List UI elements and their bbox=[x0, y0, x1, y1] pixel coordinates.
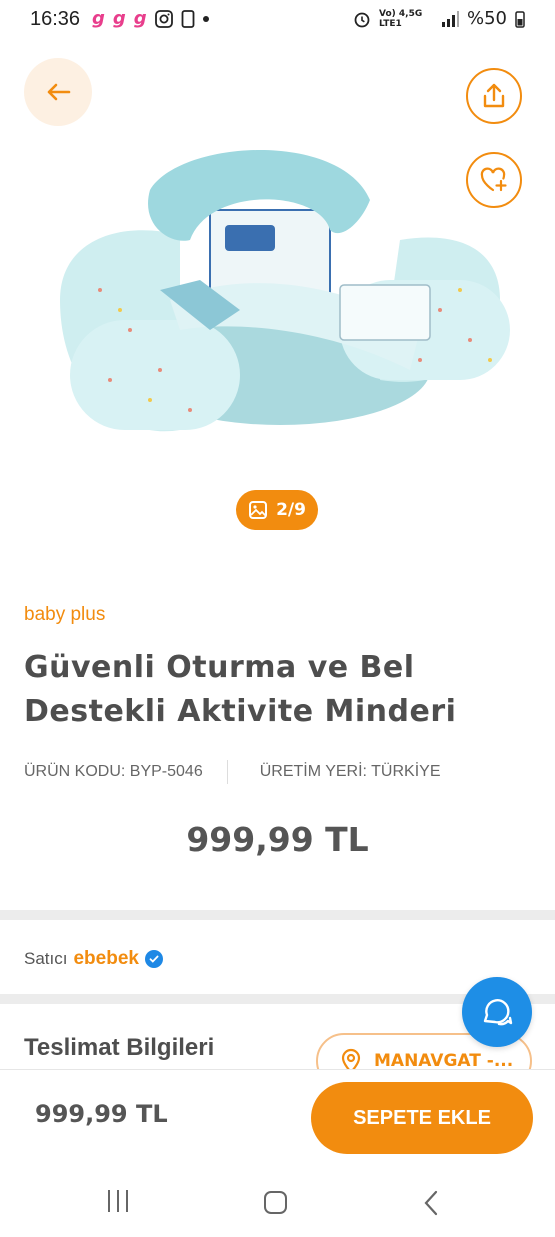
app-notification-icon: g bbox=[112, 8, 126, 29]
home-button[interactable] bbox=[264, 1191, 287, 1214]
instagram-icon bbox=[154, 9, 173, 28]
meta-divider bbox=[226, 760, 228, 784]
seller-name[interactable]: ebebek bbox=[73, 948, 138, 970]
back-button[interactable] bbox=[24, 58, 92, 126]
chat-icon bbox=[483, 999, 513, 1026]
system-back-button[interactable] bbox=[422, 1190, 440, 1216]
verified-icon bbox=[144, 950, 163, 968]
chat-button[interactable] bbox=[462, 977, 532, 1047]
battery-icon bbox=[515, 10, 525, 28]
notification-icons: g g g bbox=[92, 8, 209, 29]
network-label: Vo) 4,5G LTE1 bbox=[378, 8, 423, 29]
image-counter-text: 2/9 bbox=[276, 500, 306, 520]
share-button[interactable] bbox=[466, 68, 522, 124]
brand-link[interactable]: baby plus bbox=[24, 604, 105, 626]
phone-icon bbox=[181, 9, 195, 28]
product-origin: ÜRETİM YERİ: TÜRKİYE bbox=[259, 763, 441, 780]
image-icon bbox=[249, 501, 268, 519]
system-icons: Vo) 4,5G LTE1 %50 bbox=[353, 8, 525, 29]
status-time: 16:36 bbox=[30, 8, 81, 30]
section-divider bbox=[0, 910, 555, 920]
add-to-cart-button[interactable]: SEPETE EKLE bbox=[311, 1082, 533, 1154]
recent-apps-button[interactable] bbox=[108, 1190, 128, 1212]
signal-icon bbox=[441, 10, 459, 27]
product-title: Güvenli Oturma ve Bel Destekli Aktivite … bbox=[24, 650, 457, 729]
location-text: MANAVGAT -... bbox=[374, 1051, 514, 1071]
seller-label: Satıcı bbox=[24, 949, 68, 968]
alarm-icon bbox=[354, 12, 370, 27]
image-counter: 2/9 bbox=[236, 490, 318, 530]
status-bar: 16:36 g g g Vo) 4,5G LTE1 %50 bbox=[0, 0, 555, 38]
seller-row[interactable]: Satıcı ebebek bbox=[24, 948, 163, 970]
product-meta: ÜRÜN KODU: BYP-5046 ÜRETİM YERİ: TÜRKİYE bbox=[24, 760, 441, 784]
app-notification-icon: g bbox=[133, 8, 147, 29]
arrow-left-icon bbox=[47, 83, 71, 101]
dot-icon bbox=[202, 15, 209, 22]
share-icon bbox=[483, 83, 505, 108]
app-notification-icon: g bbox=[92, 8, 105, 29]
delivery-title: Teslimat Bilgileri bbox=[24, 1034, 215, 1061]
product-image[interactable] bbox=[40, 130, 520, 460]
battery-label: %50 bbox=[466, 8, 507, 29]
product-code: ÜRÜN KODU: BYP-5046 bbox=[24, 763, 203, 780]
bottom-price: 999,99 TL bbox=[35, 1100, 168, 1128]
product-price: 999,99 TL bbox=[186, 820, 369, 859]
